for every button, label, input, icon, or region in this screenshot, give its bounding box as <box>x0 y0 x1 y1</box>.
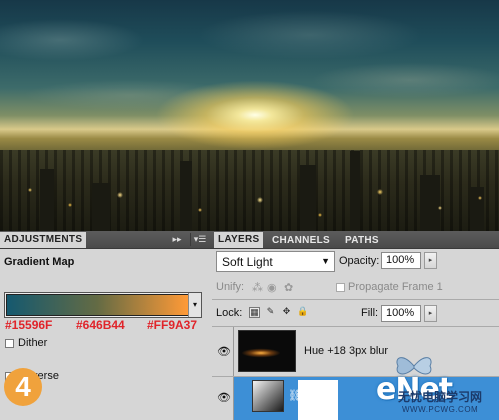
dither-label: Dither <box>18 337 48 349</box>
stop-label-1: #15596F <box>5 318 53 332</box>
collapse-icon[interactable]: ▸▸ <box>170 233 184 246</box>
layer-thumbnail[interactable] <box>238 330 296 372</box>
unify-visibility-icon[interactable]: ◉ <box>267 281 277 294</box>
lock-position-icon[interactable]: ✥ <box>281 307 292 318</box>
lock-transparency-icon[interactable]: ▦ <box>249 307 260 318</box>
blend-mode-select[interactable]: Soft Light ▼ <box>216 251 335 272</box>
eye-icon: 👁 <box>217 346 231 358</box>
adjustment-icon[interactable] <box>252 380 284 412</box>
watermark-url: WWW.PCWG.COM <box>402 405 479 414</box>
opacity-field[interactable]: 100% <box>381 252 421 269</box>
canvas-image <box>0 0 499 231</box>
unify-label: Unify: <box>216 281 245 293</box>
fill-slider-toggle[interactable]: ▸ <box>424 305 437 322</box>
lock-all-icon[interactable]: 🔒 <box>297 307 308 318</box>
layer-mask-thumbnail[interactable] <box>298 380 338 420</box>
eye-icon: 👁 <box>217 392 231 404</box>
opacity-slider-toggle[interactable]: ▸ <box>424 252 437 269</box>
tab-adjustments[interactable]: ADJUSTMENTS <box>0 232 87 248</box>
stop-label-3: #FF9A37 <box>147 318 198 332</box>
adjustment-title: Gradient Map <box>4 256 75 268</box>
watermark-site-name: 无忧电脑学习网 <box>398 390 483 404</box>
step-number-badge: 4 <box>4 368 42 406</box>
tab-layers[interactable]: LAYERS <box>214 232 264 248</box>
propagate-frame-label: Propagate Frame 1 <box>348 281 443 293</box>
blend-mode-value: Soft Light <box>222 255 273 269</box>
tab-channels[interactable]: CHANNELS <box>268 233 334 248</box>
unify-style-icon[interactable]: ✿ <box>284 281 293 294</box>
adjustments-panel: ADJUSTMENTS ▸▸ ▾☰ Gradient Map ▾ #15596F… <box>0 231 212 420</box>
adjustments-tabbar: ADJUSTMENTS ▸▸ ▾☰ <box>0 231 212 249</box>
propagate-frame-checkbox[interactable] <box>336 283 345 292</box>
gradient-picker[interactable]: ▾ <box>4 292 202 318</box>
gradient-preview[interactable] <box>6 294 189 316</box>
panel-menu-icon[interactable]: ▾☰ <box>190 233 209 246</box>
unify-position-icon[interactable]: ⁂ <box>252 281 263 294</box>
sun-glow <box>155 80 355 150</box>
gradient-dropdown-icon[interactable]: ▾ <box>188 293 201 317</box>
fill-field[interactable]: 100% <box>381 305 421 322</box>
lock-label: Lock: <box>216 307 243 319</box>
fill-label: Fill: <box>361 307 379 319</box>
layer-visibility-toggle[interactable]: 👁 <box>212 327 234 376</box>
chevron-down-icon: ▼ <box>321 256 330 266</box>
stop-label-2: #646B44 <box>76 318 125 332</box>
lock-pixels-icon[interactable]: ✎ <box>265 307 276 318</box>
watermark: eNet 无忧电脑学习网 WWW.PCWG.COM <box>376 350 499 420</box>
opacity-label: Opacity: <box>339 255 380 267</box>
layer-visibility-toggle[interactable]: 👁 <box>212 377 234 420</box>
layers-tabbar: LAYERS CHANNELS PATHS <box>212 231 499 249</box>
dither-checkbox[interactable] <box>5 339 14 348</box>
city-lights <box>0 170 499 231</box>
divider <box>212 299 499 300</box>
tab-paths[interactable]: PATHS <box>341 233 383 248</box>
